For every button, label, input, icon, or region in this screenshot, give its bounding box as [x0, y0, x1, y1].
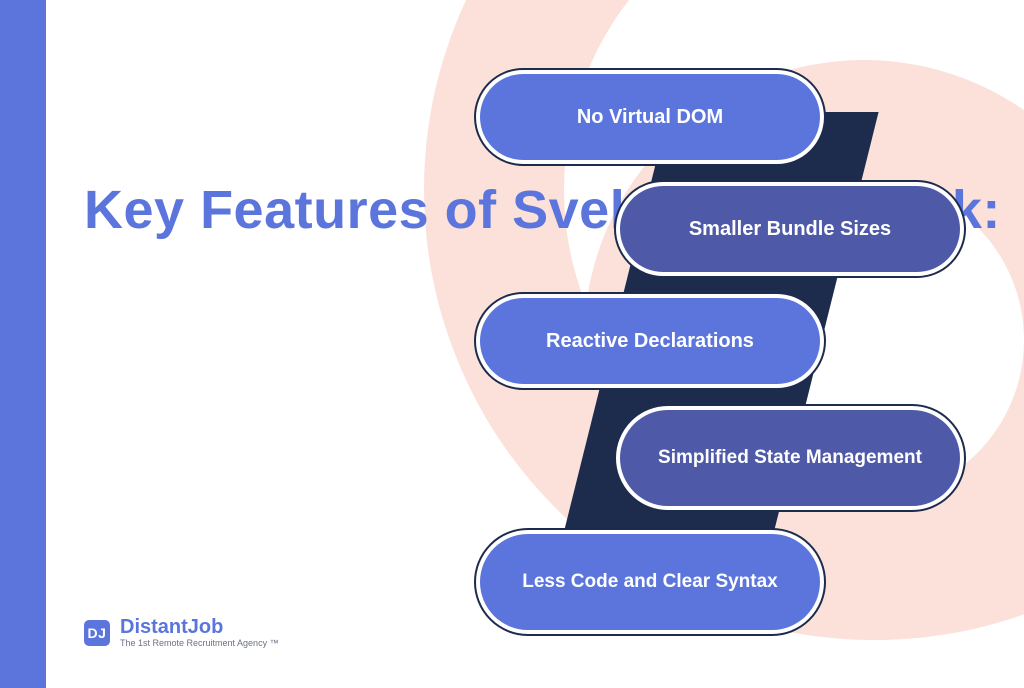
feature-pill: Reactive Declarations: [480, 298, 820, 384]
brand-logo: DJ DistantJob The 1st Remote Recruitment…: [84, 617, 279, 648]
feature-label: Less Code and Clear Syntax: [522, 570, 778, 594]
feature-label: Reactive Declarations: [546, 329, 754, 354]
logo-text-block: DistantJob The 1st Remote Recruitment Ag…: [120, 617, 279, 648]
feature-pill: Less Code and Clear Syntax: [480, 534, 820, 630]
feature-item-1: No Virtual DOM: [480, 74, 820, 160]
feature-pill: Simplified State Management: [620, 410, 960, 506]
logo-mark-text: DJ: [88, 625, 107, 641]
feature-item-5: Less Code and Clear Syntax: [480, 534, 820, 630]
feature-label: Simplified State Management: [658, 446, 922, 470]
logo-tagline: The 1st Remote Recruitment Agency ™: [120, 639, 279, 648]
feature-pill: Smaller Bundle Sizes: [620, 186, 960, 272]
logo-mark-icon: DJ: [84, 620, 110, 646]
feature-item-4: Simplified State Management: [620, 410, 960, 506]
feature-item-2: Smaller Bundle Sizes: [620, 186, 960, 272]
feature-pill: No Virtual DOM: [480, 74, 820, 160]
feature-label: No Virtual DOM: [577, 105, 723, 130]
accent-bar: [0, 0, 46, 688]
feature-label: Smaller Bundle Sizes: [689, 217, 891, 242]
feature-stack: No Virtual DOM Smaller Bundle Sizes Reac…: [460, 74, 980, 644]
logo-name: DistantJob: [120, 617, 279, 637]
feature-item-3: Reactive Declarations: [480, 298, 820, 384]
